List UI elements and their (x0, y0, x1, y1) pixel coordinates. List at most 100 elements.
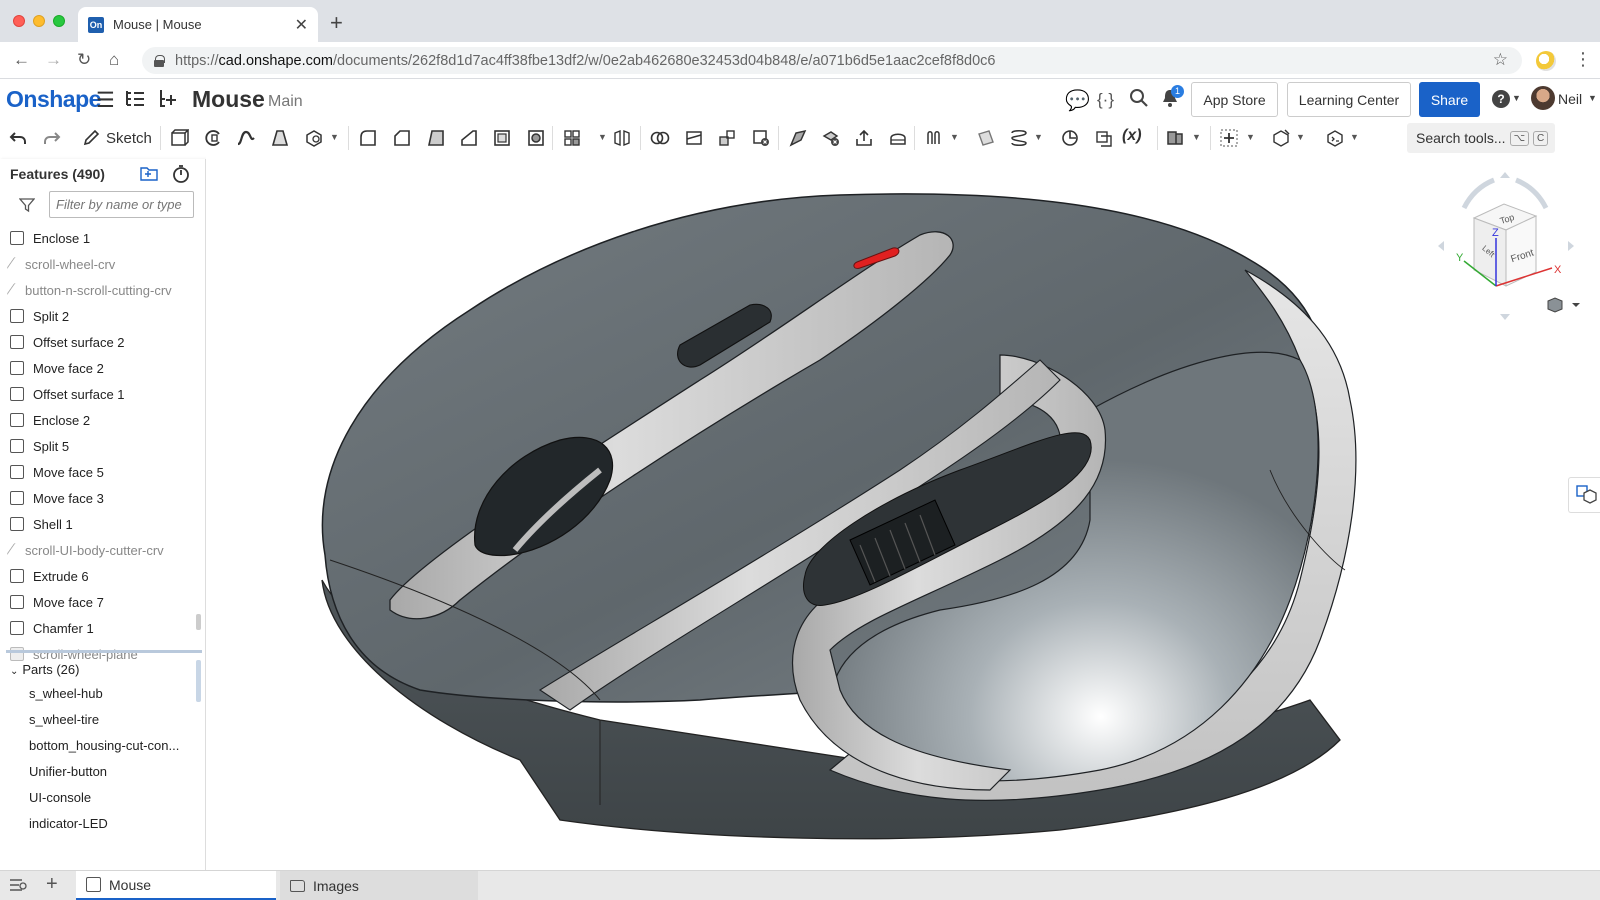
part-item[interactable]: bottom_housing-cut-con... (29, 732, 179, 758)
home-icon[interactable]: ⌂ (109, 50, 119, 70)
delete-face-icon[interactable] (821, 128, 841, 148)
offset-surface-icon[interactable] (924, 128, 944, 148)
helix-icon[interactable] (1009, 128, 1029, 148)
browser-menu-icon[interactable]: ⋮ (1574, 49, 1592, 70)
browser-tab[interactable]: On Mouse | Mouse ✕ (78, 7, 318, 42)
tab-manager-icon[interactable] (9, 877, 27, 898)
measure-icon[interactable] (1060, 128, 1080, 148)
reload-icon[interactable]: ↻ (77, 50, 91, 70)
modify-fillet-icon[interactable] (788, 128, 808, 148)
chamfer-icon[interactable] (392, 128, 412, 148)
revolve-icon[interactable] (203, 128, 223, 148)
window-close-button[interactable] (13, 15, 25, 27)
extension-icon[interactable] (1536, 51, 1556, 71)
feature-item[interactable]: Move face 5 (0, 459, 198, 485)
boolean-icon[interactable] (650, 128, 670, 148)
app-store-button[interactable]: App Store (1191, 82, 1278, 117)
delete-part-icon[interactable] (751, 128, 771, 148)
feature-item[interactable]: scroll-UI-body-cutter-crv (0, 537, 198, 563)
chevron-down-icon[interactable]: ▼ (598, 132, 607, 142)
avatar[interactable] (1531, 86, 1555, 110)
chevron-down-icon[interactable]: ▼ (1512, 93, 1521, 103)
part-item[interactable]: UI-console (29, 784, 179, 810)
chevron-down-icon[interactable]: ▼ (330, 132, 339, 142)
fillet-icon[interactable] (358, 128, 378, 148)
share-button[interactable]: Share (1419, 82, 1480, 117)
feature-list-scrollbar[interactable] (196, 614, 201, 630)
chevron-down-icon[interactable]: ▼ (1588, 93, 1597, 103)
feature-item[interactable]: button-n-scroll-cutting-crv (0, 277, 198, 303)
thicken-icon[interactable] (304, 128, 324, 148)
back-arrow-icon[interactable]: ← (13, 50, 30, 70)
draft-icon[interactable] (426, 128, 446, 148)
custom-feature-icon[interactable] (1271, 128, 1291, 148)
add-tab-icon[interactable]: + (46, 873, 58, 896)
feature-item[interactable]: Move face 2 (0, 355, 198, 381)
hamburger-menu-icon[interactable]: ☰ (96, 88, 115, 113)
extrude-icon[interactable] (169, 128, 190, 148)
part-item[interactable]: s_wheel-hub (29, 680, 179, 706)
mirror-icon[interactable] (612, 128, 632, 148)
feature-item[interactable]: Offset surface 1 (0, 381, 198, 407)
filter-icon[interactable] (18, 197, 36, 217)
variables-icon[interactable]: {·} (1097, 90, 1114, 110)
feature-item[interactable]: Chamfer 1 (0, 615, 198, 641)
derived-icon[interactable] (1165, 128, 1185, 148)
feature-item[interactable]: Split 2 (0, 303, 198, 329)
chevron-down-icon[interactable]: ▼ (1350, 132, 1359, 142)
undo-icon[interactable] (8, 128, 28, 148)
onshape-logo[interactable]: Onshape (6, 86, 101, 113)
tab-part-studio-mouse[interactable]: Mouse (76, 871, 276, 900)
add-folder-icon[interactable] (139, 164, 159, 187)
transform-icon[interactable] (717, 128, 737, 148)
document-title[interactable]: Mouse (192, 86, 265, 113)
parts-list-scrollbar[interactable] (196, 660, 201, 702)
search-icon[interactable] (1129, 88, 1149, 114)
feature-filter-input[interactable] (49, 191, 194, 218)
featurescript-icon[interactable] (1325, 128, 1345, 148)
help-icon[interactable]: ? (1492, 90, 1510, 108)
window-minimize-button[interactable] (33, 15, 45, 27)
split-icon[interactable] (684, 128, 704, 148)
move-face-icon[interactable] (854, 128, 874, 148)
replace-face-icon[interactable] (888, 128, 908, 148)
feature-item[interactable]: Offset surface 2 (0, 329, 198, 355)
rib-icon[interactable] (459, 128, 479, 148)
window-zoom-button[interactable] (53, 15, 65, 27)
chevron-down-icon[interactable]: ▼ (1296, 132, 1305, 142)
feature-item[interactable]: Extrude 6 (0, 563, 198, 589)
section-view-icon[interactable] (1093, 128, 1113, 148)
comments-icon[interactable]: 💬 (1065, 88, 1090, 113)
part-item[interactable]: s_wheel-tire (29, 706, 179, 732)
loft-icon[interactable] (270, 128, 290, 148)
new-tab-icon[interactable]: + (330, 12, 343, 34)
feature-item[interactable]: Enclose 2 (0, 407, 198, 433)
workspace-name[interactable]: Main (268, 93, 303, 111)
forward-arrow-icon[interactable]: → (45, 50, 62, 70)
search-tools-input[interactable]: Search tools... ⌥ C (1407, 123, 1555, 153)
close-tab-icon[interactable]: ✕ (295, 15, 308, 35)
add-custom-feature-icon[interactable] (1219, 128, 1239, 148)
chevron-down-icon[interactable]: ▼ (1246, 132, 1255, 142)
rollback-timer-icon[interactable] (171, 164, 191, 189)
part-item[interactable]: indicator-LED (29, 810, 179, 836)
graphics-viewport[interactable]: Top Front Left X Y Z (206, 156, 1600, 870)
url-field[interactable]: https://cad.onshape.com/documents/262f8d… (142, 47, 1522, 74)
variable-icon[interactable]: (x) (1122, 127, 1150, 147)
feature-item[interactable]: Enclose 1 (0, 225, 198, 251)
rollback-bar[interactable] (6, 650, 202, 653)
bookmark-star-icon[interactable]: ☆ (1493, 50, 1508, 70)
appearance-panel-tab[interactable] (1568, 477, 1600, 513)
sweep-icon[interactable] (236, 128, 256, 148)
user-name[interactable]: Neil (1558, 91, 1582, 107)
parts-list-header[interactable]: ⌄ Parts (26) (10, 662, 79, 677)
redo-icon[interactable] (42, 128, 62, 148)
chevron-down-icon[interactable]: ▼ (1034, 132, 1043, 142)
feature-item[interactable]: scroll-wheel-crv (0, 251, 198, 277)
plane-icon[interactable] (976, 128, 996, 148)
chevron-down-icon[interactable]: ▼ (950, 132, 959, 142)
insert-part-icon[interactable] (156, 87, 178, 115)
hole-icon[interactable] (526, 128, 546, 148)
chevron-down-icon[interactable]: ▼ (1192, 132, 1201, 142)
mouse-3d-model[interactable] (206, 156, 1600, 870)
